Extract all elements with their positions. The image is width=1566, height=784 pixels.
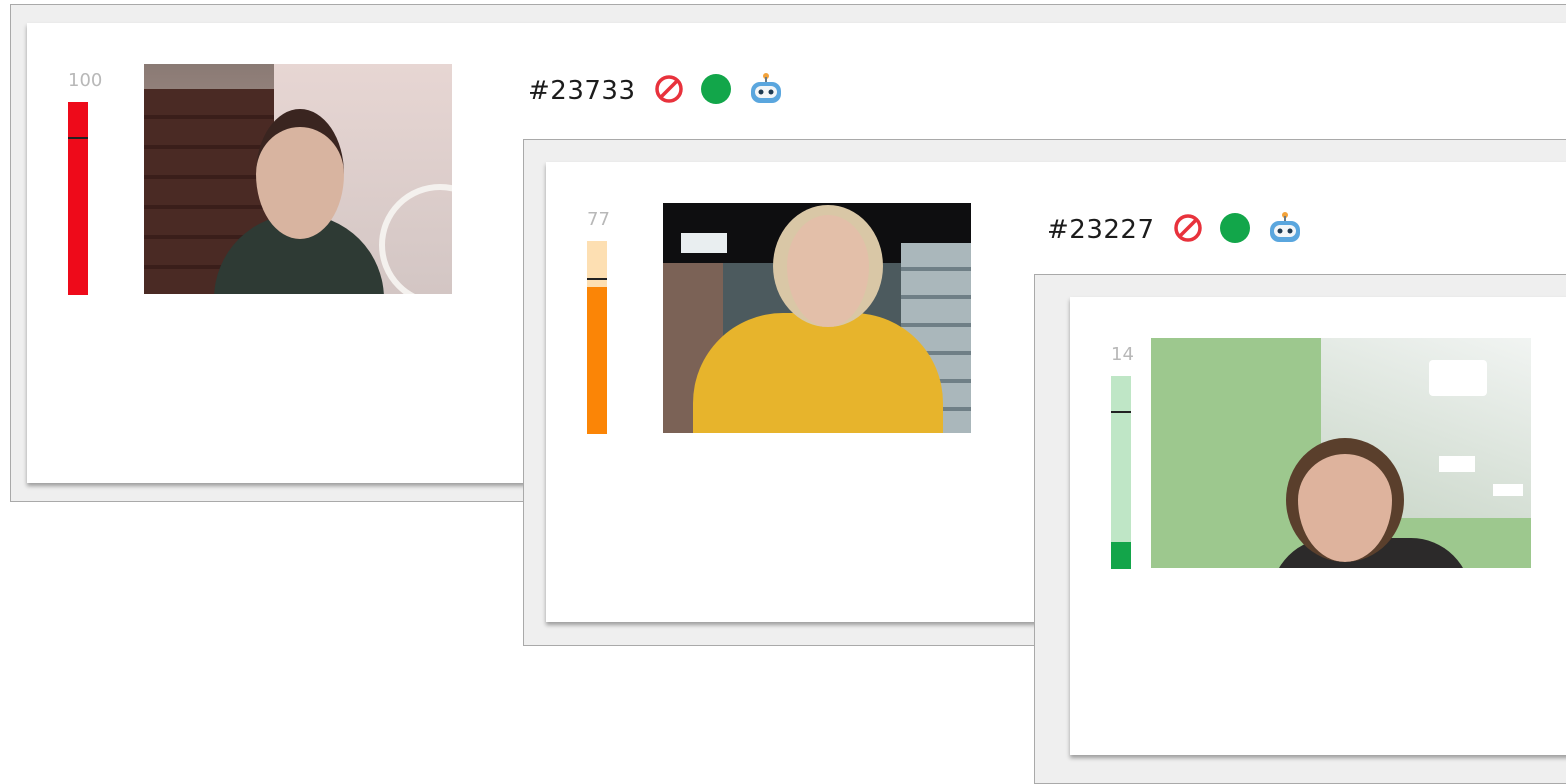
- score-meter: [587, 241, 607, 434]
- participant-id: #23227: [1047, 215, 1155, 245]
- person-head: [773, 205, 883, 327]
- person-head: [256, 109, 344, 239]
- robot-icon[interactable]: [1267, 210, 1303, 250]
- webcam-video: [663, 203, 971, 433]
- ceiling-light: [681, 233, 727, 253]
- participant-id: #23733: [528, 76, 636, 106]
- score-meter: [1111, 376, 1131, 569]
- score-meter: [68, 102, 88, 295]
- participant-header: #23733: [528, 71, 800, 111]
- score-threshold-mark: [68, 137, 88, 139]
- score-threshold-mark: [587, 278, 607, 280]
- webcam-video: [1151, 338, 1531, 568]
- person-head: [1286, 438, 1404, 562]
- score-value: 14: [1111, 344, 1134, 365]
- person-body: [693, 313, 943, 433]
- participant-header: #23227: [1047, 210, 1319, 250]
- blocked-icon[interactable]: [1173, 213, 1203, 247]
- score-meter-fill: [68, 102, 88, 295]
- online-dot-icon: [700, 73, 732, 109]
- participant-card-3: 14: [1070, 297, 1566, 755]
- webcam-video: [144, 64, 452, 294]
- score-meter-fill: [1111, 541, 1131, 569]
- score-meter-fill: [587, 287, 607, 434]
- ceiling-light-3: [1493, 484, 1523, 496]
- score-threshold-mark: [1111, 411, 1131, 413]
- ceiling-light: [1429, 360, 1487, 396]
- robot-icon[interactable]: [748, 71, 784, 111]
- score-value: 100: [68, 70, 103, 91]
- ceiling-light-2: [1439, 456, 1475, 472]
- participant-panel-3: 14: [1034, 274, 1566, 784]
- blocked-icon[interactable]: [654, 74, 684, 108]
- online-dot-icon: [1219, 212, 1251, 248]
- score-value: 77: [587, 209, 610, 230]
